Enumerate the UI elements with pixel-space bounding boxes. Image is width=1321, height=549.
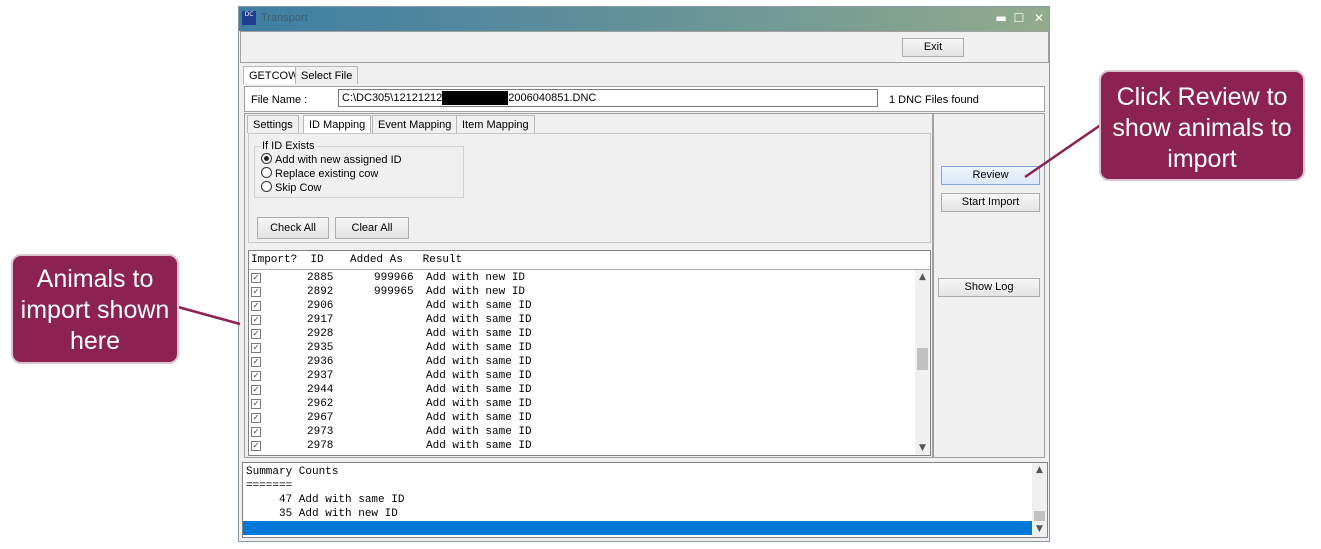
review-pointer-line [1024, 120, 1106, 179]
review-callout: Click Review to show animals to import [1099, 70, 1305, 181]
list-pointer-line [177, 305, 241, 326]
list-callout: Animals to import shown here [11, 254, 179, 364]
